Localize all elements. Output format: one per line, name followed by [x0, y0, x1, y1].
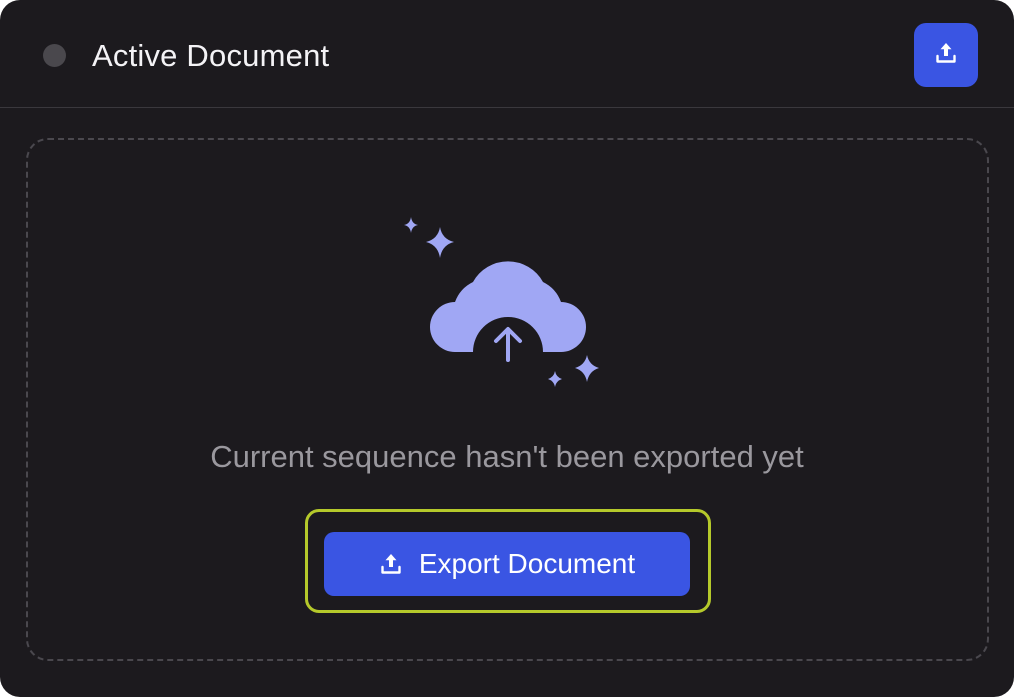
panel-header: Active Document — [0, 0, 1014, 108]
cloud-upload-sparkles-icon — [398, 212, 608, 392]
header-export-button[interactable] — [914, 23, 978, 87]
upload-icon — [934, 41, 958, 70]
status-indicator — [43, 44, 66, 67]
upload-icon — [379, 552, 403, 576]
export-document-label: Export Document — [418, 548, 636, 579]
page-title: Active Document — [92, 38, 330, 73]
export-document-button[interactable]: Export Document — [324, 532, 690, 596]
empty-state-message: Current sequence hasn't been exported ye… — [210, 439, 804, 474]
active-document-panel: Active Document Current sequence hasn't … — [0, 0, 1014, 697]
